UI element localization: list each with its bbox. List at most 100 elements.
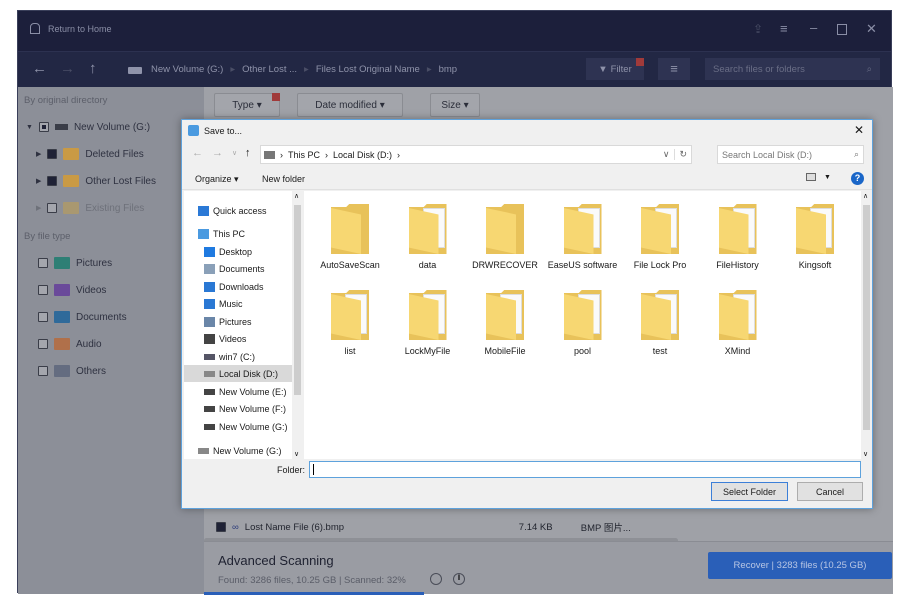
export-icon[interactable]: ⇪	[753, 22, 763, 36]
type-item-pictures[interactable]: Pictures	[38, 253, 112, 273]
cancel-button[interactable]: Cancel	[797, 482, 863, 501]
scrollbar-thumb[interactable]	[863, 205, 870, 430]
minimize-button[interactable]: –	[810, 20, 817, 35]
nav-item[interactable]: Videos	[184, 330, 292, 347]
folder-input[interactable]	[309, 461, 861, 478]
checkbox[interactable]	[38, 122, 49, 132]
date-modified-filter[interactable]: Date modified ▾	[297, 93, 403, 117]
nav-item[interactable]: Documents	[184, 260, 292, 277]
filter-clear-badge[interactable]	[636, 58, 644, 66]
return-home-button[interactable]: Return to Home	[30, 23, 112, 34]
folder-item[interactable]: FileHistory	[703, 204, 773, 270]
tree-item[interactable]: ▶ Existing Files	[36, 198, 144, 218]
forward-icon[interactable]: →	[60, 60, 75, 77]
expand-icon[interactable]: ▶	[36, 204, 41, 212]
folder-item[interactable]: list	[315, 290, 385, 356]
breadcrumb-item[interactable]: Files Lost Original Name	[316, 64, 420, 75]
folder-item[interactable]: test	[625, 290, 695, 356]
search-input[interactable]: Search files or folders ⌕	[705, 58, 880, 80]
checkbox[interactable]	[47, 203, 58, 213]
expand-icon[interactable]: ▼	[26, 124, 33, 131]
nav-item[interactable]: New Volume (E:)	[184, 383, 292, 400]
scroll-up-icon[interactable]: ∧	[863, 192, 868, 200]
nav-scrollbar[interactable]: ∧ ∨	[292, 191, 303, 459]
address-dropdown-icon[interactable]: ∨	[663, 149, 670, 160]
path-item[interactable]: This PC	[288, 150, 320, 160]
view-toggle-button[interactable]: ≡	[658, 58, 690, 80]
expand-icon[interactable]: ▶	[36, 177, 41, 185]
select-folder-button[interactable]: Select Folder	[711, 482, 788, 501]
type-item-documents[interactable]: Documents	[38, 307, 127, 327]
forward-icon[interactable]: →	[212, 147, 223, 159]
dialog-close-button[interactable]: ✕	[854, 123, 864, 137]
folder-item[interactable]: AutoSaveScan	[315, 204, 385, 270]
nav-item[interactable]: This PC	[184, 225, 292, 242]
stop-button[interactable]	[430, 573, 442, 585]
type-item-videos[interactable]: Videos	[38, 280, 106, 300]
up-icon[interactable]: ↑	[245, 147, 251, 159]
scroll-up-icon[interactable]: ∧	[294, 192, 299, 200]
type-item-audio[interactable]: Audio	[38, 334, 102, 354]
folder-item[interactable]: MobileFile	[470, 290, 540, 356]
nav-item[interactable]: New Volume (G:)	[184, 442, 292, 459]
recent-dropdown-icon[interactable]: ∨	[232, 149, 237, 157]
new-folder-button[interactable]: New folder	[262, 174, 305, 184]
grid-scrollbar[interactable]: ∧ ∨	[861, 191, 872, 459]
nav-item[interactable]: Music	[184, 295, 292, 312]
nav-item[interactable]: New Volume (G:)	[184, 418, 292, 435]
folder-item[interactable]: File Lock Pro	[625, 204, 695, 270]
folder-item[interactable]: Kingsoft	[780, 204, 850, 270]
checkbox[interactable]	[38, 339, 48, 349]
nav-item[interactable]: win7 (C:)	[184, 348, 292, 365]
back-icon[interactable]: ←	[192, 147, 203, 159]
help-icon[interactable]: ?	[851, 172, 864, 185]
checkbox[interactable]	[47, 149, 58, 159]
nav-item[interactable]: Pictures	[184, 313, 292, 330]
scrollbar-thumb[interactable]	[294, 205, 301, 395]
folder-item[interactable]: DRWRECOVER	[470, 204, 540, 270]
filter-clear-badge[interactable]	[272, 93, 280, 101]
address-bar[interactable]: › This PC › Local Disk (D:) › ∨ ↻	[260, 145, 692, 164]
table-row[interactable]: ∞ Lost Name File (6).bmp 7.14 KB BMP 图片.…	[216, 520, 666, 534]
tree-item[interactable]: ▼ New Volume (G:)	[26, 117, 150, 137]
filter-button[interactable]: ▼ Filter	[586, 58, 644, 80]
folder-item[interactable]: EaseUS software	[548, 204, 618, 270]
folder-item[interactable]: pool	[548, 290, 618, 356]
path-item[interactable]: Local Disk (D:)	[333, 150, 392, 160]
tree-item[interactable]: ▶ Other Lost Files	[36, 171, 156, 191]
tree-item[interactable]: ▶ Deleted Files	[36, 144, 144, 164]
nav-item[interactable]: Local Disk (D:)	[184, 365, 292, 382]
nav-item[interactable]: Desktop	[184, 243, 292, 260]
checkbox[interactable]	[38, 312, 48, 322]
type-item-others[interactable]: Others	[38, 361, 106, 381]
expand-icon[interactable]: ▶	[36, 150, 41, 158]
menu-icon[interactable]: ≡	[780, 21, 788, 36]
close-button[interactable]: ✕	[866, 21, 877, 37]
maximize-button[interactable]	[837, 24, 847, 35]
nav-item[interactable]: New Volume (F:)	[184, 400, 292, 417]
checkbox[interactable]	[38, 258, 48, 268]
nav-item[interactable]: Quick access	[184, 202, 292, 219]
checkbox[interactable]	[216, 522, 226, 532]
folder-item[interactable]: data	[393, 204, 463, 270]
folder-item[interactable]: LockMyFile	[393, 290, 463, 356]
back-icon[interactable]: ←	[32, 60, 47, 77]
nav-item[interactable]: Downloads	[184, 278, 292, 295]
checkbox[interactable]	[47, 176, 58, 186]
type-filter[interactable]: Type ▾	[214, 93, 280, 117]
up-icon[interactable]: ↑	[89, 60, 97, 77]
scroll-down-icon[interactable]: ∨	[294, 450, 299, 458]
organize-menu[interactable]: Organize ▾	[195, 174, 239, 185]
folder-item[interactable]: XMind	[703, 290, 773, 356]
breadcrumb-item[interactable]: New Volume (G:)	[151, 64, 223, 75]
dialog-search-input[interactable]: Search Local Disk (D:) ⌕	[717, 145, 864, 164]
view-dropdown-icon[interactable]: ▼	[824, 174, 831, 181]
checkbox[interactable]	[38, 366, 48, 376]
refresh-icon[interactable]: ↻	[674, 149, 691, 160]
recover-button[interactable]: Recover | 3283 files (10.25 GB)	[708, 552, 892, 579]
breadcrumb-item[interactable]: Other Lost ...	[242, 64, 297, 75]
checkbox[interactable]	[38, 285, 48, 295]
scroll-down-icon[interactable]: ∨	[863, 450, 868, 458]
view-options-icon[interactable]	[806, 173, 816, 181]
size-filter[interactable]: Size ▾	[430, 93, 480, 117]
